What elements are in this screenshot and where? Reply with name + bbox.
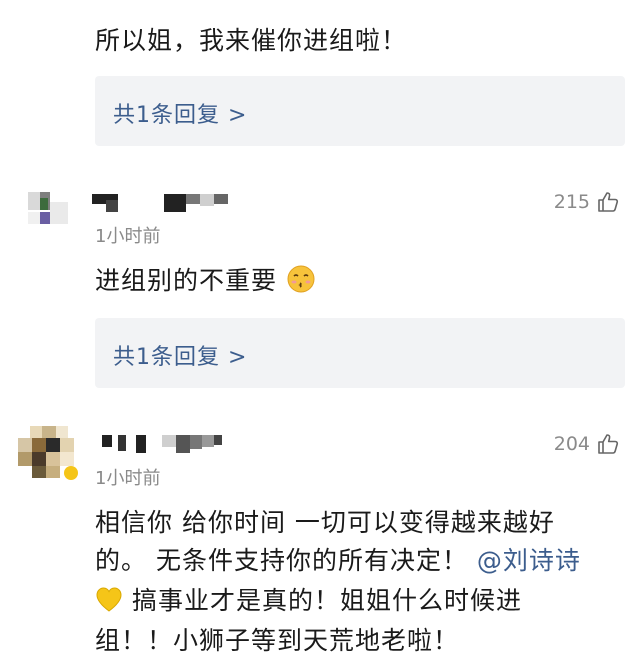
view-replies-link[interactable]: 共1条回复 >	[113, 339, 247, 371]
cropped-user-row	[60, 0, 180, 4]
username-pixelated[interactable]	[92, 194, 242, 216]
comment-text-1: 所以姐，我来催你进组啦！	[95, 26, 408, 55]
like-button[interactable]: 204	[554, 432, 620, 456]
timestamp: 1小时前	[95, 468, 161, 489]
comment-text-3-line3-body: 搞事业才是真的！姐姐什么时候进	[131, 586, 522, 615]
mention-link[interactable]: @刘诗诗	[477, 546, 581, 575]
comment-text-3-line4: 组！！小狮子等到天荒地老啦！	[95, 626, 460, 655]
avatar-pixelated-icon	[18, 180, 80, 242]
avatar-pixelated-icon	[18, 422, 80, 484]
username-pixelated[interactable]	[92, 435, 232, 457]
avatar[interactable]	[18, 180, 80, 242]
comment-text-3-line2: 的。 无条件支持你的所有决定！ @刘诗诗	[95, 540, 581, 582]
reply-thread-2[interactable]: 共1条回复 >	[95, 318, 625, 388]
like-count: 215	[553, 191, 590, 213]
avatar[interactable]	[18, 422, 80, 484]
comment-text-3-line1: 相信你 给你时间 一切可以变得越来越好	[95, 508, 555, 537]
view-replies-link[interactable]: 共1条回复 >	[113, 97, 247, 129]
comment-text-3-line2-body: 的。 无条件支持你的所有决定！	[95, 546, 468, 575]
comment-text-2-body: 进组别的不重要	[95, 266, 278, 295]
thumbs-up-icon	[596, 190, 620, 214]
comment-text-2: 进组别的不重要	[95, 260, 316, 307]
timestamp: 1小时前	[95, 226, 161, 247]
like-count: 204	[553, 433, 590, 455]
reply-thread-1[interactable]: 共1条回复 >	[95, 76, 625, 146]
kissing-face-emoji	[286, 264, 316, 307]
thumbs-up-icon	[596, 432, 620, 456]
like-button[interactable]: 215	[554, 190, 620, 214]
